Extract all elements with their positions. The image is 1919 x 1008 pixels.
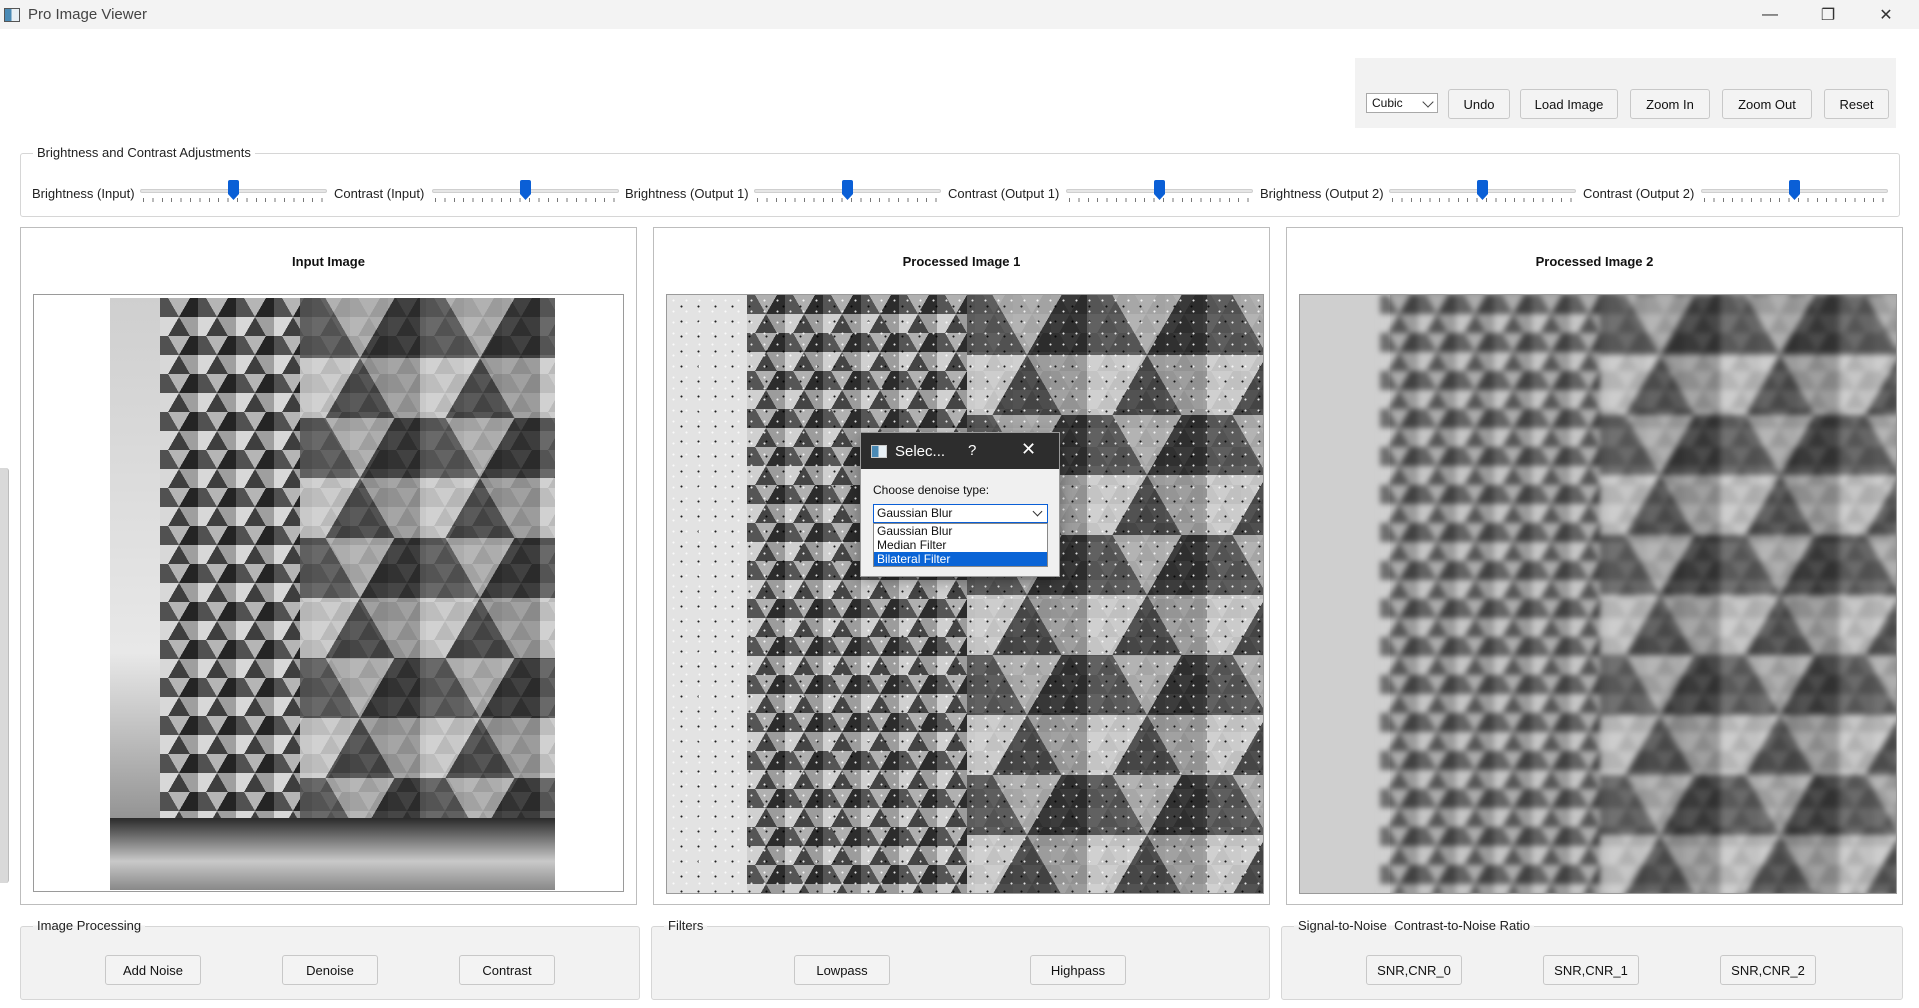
chevron-down-icon	[1032, 506, 1043, 517]
minimize-button[interactable]: —	[1741, 0, 1799, 29]
filters-group: Filters Lowpass Highpass	[651, 918, 1270, 1000]
slider-brightness-output1[interactable]	[754, 180, 941, 206]
load-image-button[interactable]: Load Image	[1520, 89, 1618, 119]
snr-cnr-1-button[interactable]: SNR,CNR_1	[1543, 955, 1639, 985]
slider-label-brightness-output1: Brightness (Output 1)	[625, 186, 749, 201]
denoise-type-dropdown: Gaussian Blur Median Filter Bilateral Fi…	[873, 523, 1048, 567]
toolbar: Cubic Undo Load Image Zoom In Zoom Out R…	[1355, 58, 1896, 128]
slider-handle[interactable]	[1477, 180, 1488, 200]
chevron-down-icon	[1422, 96, 1434, 108]
dropdown-option-median[interactable]: Median Filter	[874, 538, 1047, 552]
left-scrollbar[interactable]	[0, 468, 9, 883]
app-icon	[4, 7, 20, 22]
image-processing-title: Image Processing	[33, 918, 146, 933]
slider-handle[interactable]	[1789, 180, 1800, 200]
snr-cnr-title: Signal-to-Noise Contrast-to-Noise Ratio	[1294, 918, 1534, 933]
processed-image-1-title: Processed Image 1	[902, 254, 1021, 269]
dropdown-option-bilateral[interactable]: Bilateral Filter	[874, 552, 1047, 566]
window-titlebar: Pro Image Viewer — ❐ ✕	[0, 0, 1919, 29]
slider-contrast-output1[interactable]	[1066, 180, 1253, 206]
dialog-titlebar: Selec... ? ✕	[861, 433, 1059, 469]
slider-label-contrast-output1: Contrast (Output 1)	[948, 186, 1060, 201]
slider-contrast-input[interactable]	[432, 180, 619, 206]
highpass-button[interactable]: Highpass	[1030, 955, 1126, 985]
filters-title: Filters	[664, 918, 708, 933]
interpolation-select[interactable]: Cubic	[1366, 93, 1438, 113]
snr-cnr-group: Signal-to-Noise Contrast-to-Noise Ratio …	[1281, 918, 1903, 1000]
dropdown-option-gaussian[interactable]: Gaussian Blur	[874, 524, 1047, 538]
add-noise-button[interactable]: Add Noise	[105, 955, 201, 985]
input-image[interactable]	[110, 298, 555, 890]
slider-handle[interactable]	[228, 180, 239, 200]
dialog-title: Selec...	[895, 442, 946, 460]
window-title: Pro Image Viewer	[28, 6, 147, 23]
slider-label-brightness-output2: Brightness (Output 2)	[1260, 186, 1384, 201]
input-image-frame	[33, 294, 624, 892]
slider-brightness-output2[interactable]	[1389, 180, 1576, 206]
slider-label-brightness-input: Brightness (Input)	[32, 186, 135, 201]
slider-brightness-input[interactable]	[140, 180, 327, 206]
input-image-title: Input Image	[292, 254, 365, 269]
processed-image-2-title: Processed Image 2	[1535, 254, 1654, 269]
processed-image-2-frame	[1299, 294, 1897, 894]
combo-value: Gaussian Blur	[877, 506, 953, 520]
slider-label-contrast-input: Contrast (Input)	[334, 186, 425, 201]
close-button[interactable]: ✕	[1857, 0, 1915, 29]
slider-contrast-output2[interactable]	[1701, 180, 1888, 206]
processed-image-2[interactable]	[1300, 295, 1896, 893]
slider-label-contrast-output2: Contrast (Output 2)	[1583, 186, 1695, 201]
snr-cnr-0-button[interactable]: SNR,CNR_0	[1366, 955, 1462, 985]
input-image-panel: Input Image	[20, 227, 637, 905]
help-icon[interactable]: ?	[968, 442, 976, 459]
denoise-dialog: Selec... ? ✕ Choose denoise type: Gaussi…	[860, 432, 1060, 577]
reset-button[interactable]: Reset	[1824, 89, 1889, 119]
dialog-app-icon	[871, 444, 887, 458]
image-processing-group: Image Processing Add Noise Denoise Contr…	[20, 918, 640, 1000]
zoom-in-button[interactable]: Zoom In	[1630, 89, 1710, 119]
denoise-button[interactable]: Denoise	[282, 955, 378, 985]
contrast-button[interactable]: Contrast	[459, 955, 555, 985]
dialog-close-icon[interactable]: ✕	[1021, 439, 1036, 460]
processed-image-1[interactable]	[667, 295, 1263, 893]
denoise-type-combo[interactable]: Gaussian Blur	[873, 504, 1048, 523]
slider-handle[interactable]	[520, 180, 531, 200]
slider-handle[interactable]	[842, 180, 853, 200]
denoise-type-label: Choose denoise type:	[873, 483, 990, 497]
snr-cnr-2-button[interactable]: SNR,CNR_2	[1720, 955, 1816, 985]
adjustments-title: Brightness and Contrast Adjustments	[33, 145, 255, 160]
lowpass-button[interactable]: Lowpass	[794, 955, 890, 985]
slider-handle[interactable]	[1154, 180, 1165, 200]
zoom-out-button[interactable]: Zoom Out	[1722, 89, 1812, 119]
processed-image-1-frame	[666, 294, 1264, 894]
interpolation-value: Cubic	[1372, 96, 1403, 110]
undo-button[interactable]: Undo	[1448, 89, 1510, 119]
processed-image-2-panel: Processed Image 2	[1286, 227, 1903, 905]
maximize-button[interactable]: ❐	[1799, 0, 1857, 29]
